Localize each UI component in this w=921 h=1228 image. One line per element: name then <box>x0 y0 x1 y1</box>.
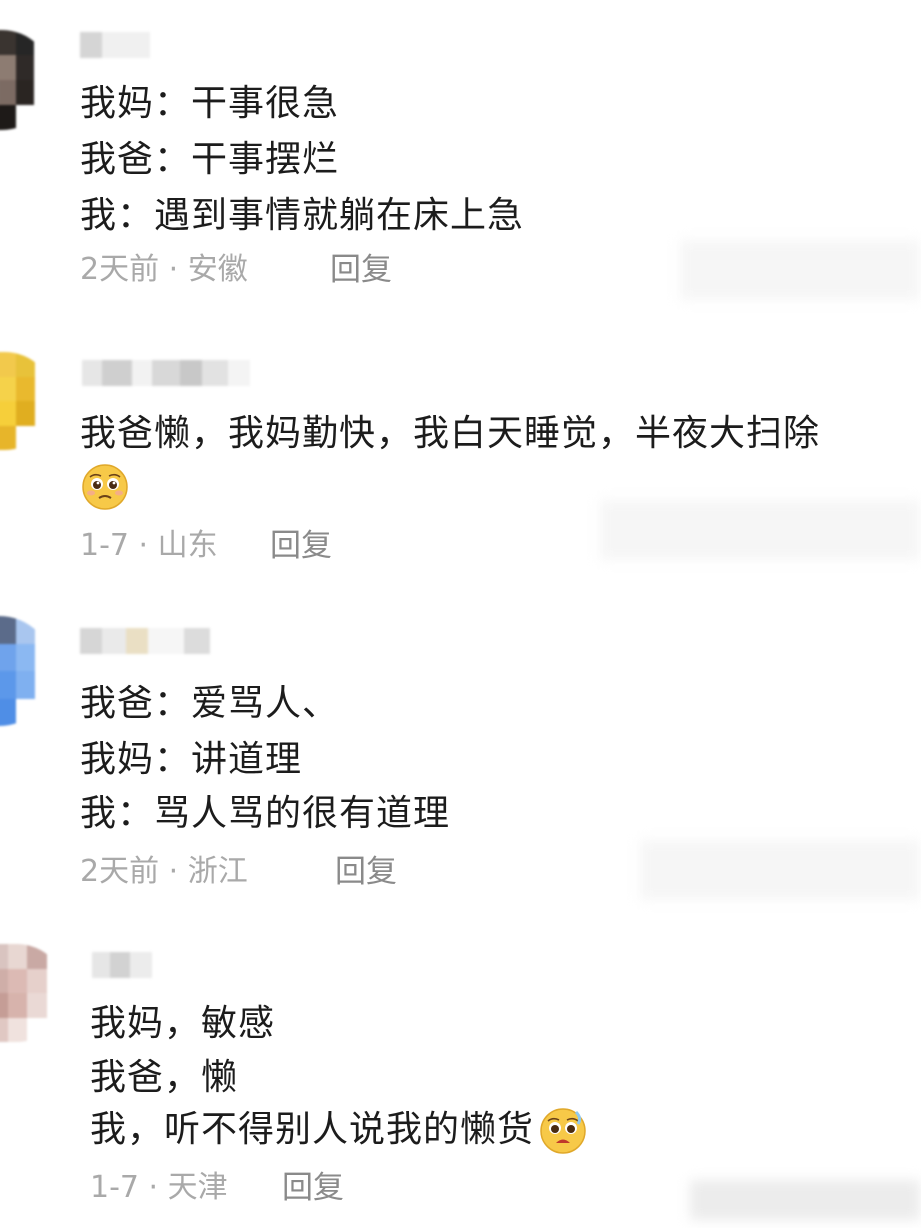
comment-text-line: 我：遇到事情就躺在床上急 <box>80 195 525 236</box>
pleading-face-emoji <box>80 462 130 512</box>
emoji-line <box>80 462 130 512</box>
comment-text-line: 我爸，懒 <box>90 1057 239 1098</box>
background-artifact <box>600 500 920 560</box>
comment-text-line: 我爸：干事摆烂 <box>80 139 340 180</box>
comment-text-line: 我妈，敏感 <box>90 1003 276 1044</box>
background-artifact <box>680 240 920 300</box>
meta-separator: · <box>168 252 179 287</box>
background-artifact <box>640 840 920 900</box>
comment-text-line: 我妈：讲道理 <box>80 739 303 780</box>
comment-meta: 1-7 · 天津 <box>90 1170 228 1206</box>
comment-meta: 2天前 · 安徽 <box>80 252 248 288</box>
comment-meta: 2天前 · 浙江 <box>80 854 248 890</box>
comment-location: 山东 <box>157 528 218 563</box>
comment-time: 1-7 <box>80 528 129 563</box>
reply-button[interactable]: 回复 <box>270 528 332 564</box>
comment-text: 我，听不得别人说我的懒货 <box>90 1109 535 1150</box>
background-artifact <box>690 1180 920 1220</box>
reply-button[interactable]: 回复 <box>330 252 392 288</box>
avatar[interactable] <box>0 352 54 450</box>
comment-time: 2天前 <box>80 854 160 889</box>
comment-meta: 1-7 · 山东 <box>80 528 218 564</box>
avatar[interactable] <box>0 616 54 726</box>
comment-text-line: 我：骂人骂的很有道理 <box>80 793 451 834</box>
comment-location: 天津 <box>167 1170 228 1205</box>
comment-time: 1-7 <box>90 1170 139 1205</box>
meta-separator: · <box>148 1170 159 1205</box>
meta-separator: · <box>168 854 179 889</box>
comment-time: 2天前 <box>80 252 160 287</box>
avatar[interactable] <box>0 944 66 1042</box>
comment-text-line: 我，听不得别人说我的懒货 <box>90 1106 588 1156</box>
comment-location: 浙江 <box>187 854 248 889</box>
avatar[interactable] <box>0 30 52 130</box>
username-blurred[interactable] <box>82 360 250 386</box>
reply-button[interactable]: 回复 <box>282 1170 344 1206</box>
meta-separator: · <box>138 528 149 563</box>
comment-location: 安徽 <box>187 252 248 287</box>
comment-text-line: 我爸：爱骂人、 <box>80 683 340 724</box>
comment-text-line: 我爸懒，我妈勤快，我白天睡觉，半夜大扫除 <box>80 413 821 454</box>
reply-button[interactable]: 回复 <box>335 854 397 890</box>
comment-text-line: 我妈：干事很急 <box>80 83 340 124</box>
pleading-face-emoji <box>538 1106 588 1156</box>
username-blurred[interactable] <box>92 952 152 978</box>
username-blurred[interactable] <box>80 32 150 58</box>
username-blurred[interactable] <box>80 628 210 654</box>
